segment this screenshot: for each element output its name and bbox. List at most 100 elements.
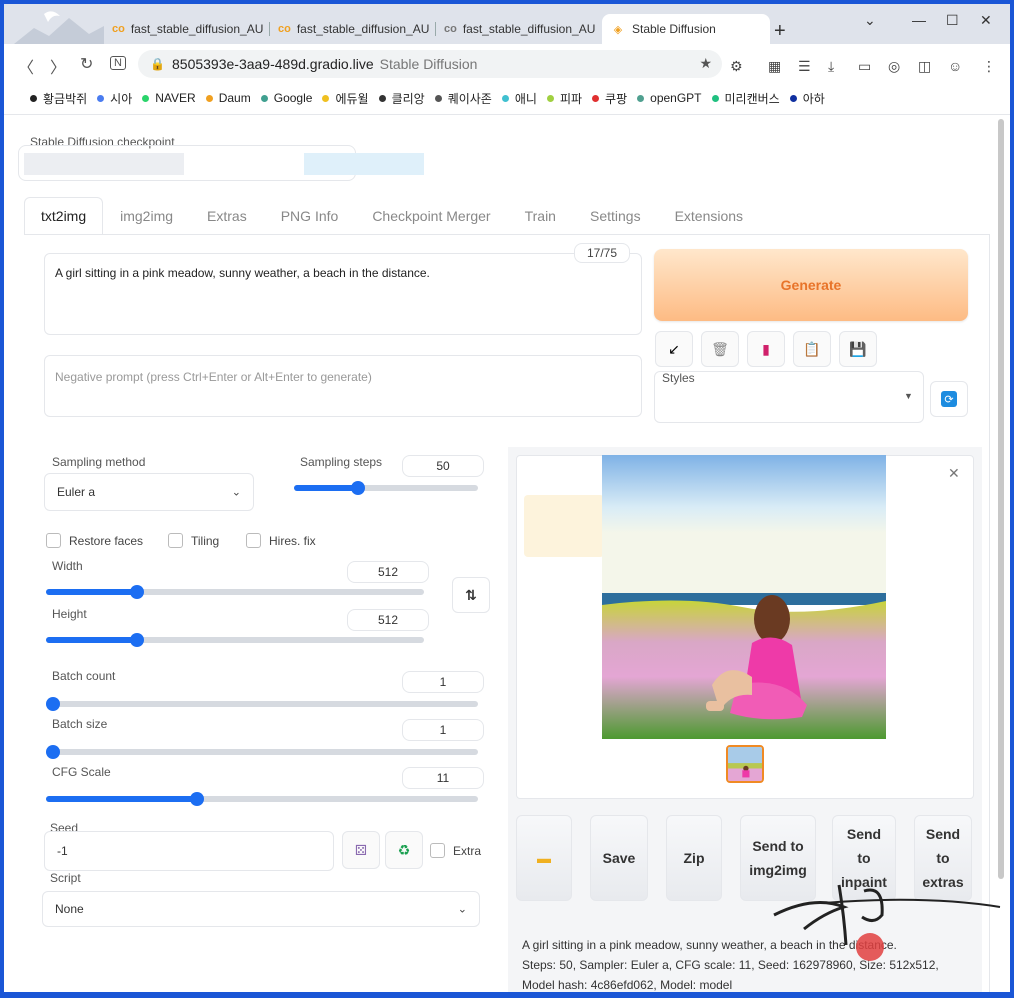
tab-img2img[interactable]: img2img	[103, 197, 190, 235]
random-seed-button[interactable]: ⚄	[342, 831, 380, 869]
tab-extras[interactable]: Extras	[190, 197, 264, 235]
batch-count-slider[interactable]	[46, 697, 478, 711]
gradio-page: Stable Diffusion checkpoint txt2img img2i…	[4, 114, 1010, 992]
cfg-scale-input[interactable]: 11	[402, 767, 484, 789]
tab-settings[interactable]: Settings	[573, 197, 658, 235]
reuse-seed-button[interactable]: ♻	[385, 831, 423, 869]
seed-input[interactable]: -1	[44, 831, 334, 871]
bookmark-item[interactable]: 아하	[789, 90, 825, 107]
batch-count-input[interactable]: 1	[402, 671, 484, 693]
batch-size-input[interactable]: 1	[402, 719, 484, 741]
cast-icon[interactable]: ▭	[858, 58, 871, 75]
swap-icon: ⇅	[465, 586, 477, 603]
caret-down-icon: ▼	[904, 391, 913, 401]
extra-seed-checkbox[interactable]: Extra	[430, 843, 481, 858]
generated-image[interactable]	[602, 455, 886, 739]
tab-search-icon[interactable]: ⌄	[864, 12, 876, 29]
bookmark-favicon-icon	[592, 94, 600, 102]
close-preview-icon[interactable]: ✕	[948, 465, 960, 482]
tiling-checkbox[interactable]: Tiling	[168, 533, 219, 548]
close-window-icon[interactable]: ✕	[980, 12, 992, 29]
tab-extensions[interactable]: Extensions	[658, 197, 760, 235]
script-label: Script	[50, 871, 81, 885]
bookmark-item[interactable]: openGPT	[637, 91, 702, 105]
chevron-down-icon: ⌄	[231, 486, 241, 499]
maximize-icon[interactable]: ☐	[946, 12, 959, 29]
save-button[interactable]: Save	[590, 815, 648, 901]
read-params-button[interactable]: ↙	[655, 331, 693, 367]
tab-png-info[interactable]: PNG Info	[264, 197, 356, 235]
refresh-styles-button[interactable]: ⟳	[930, 381, 968, 417]
hires-fix-checkbox[interactable]: Hires. fix	[246, 533, 316, 548]
reload-icon[interactable]: ↻	[80, 54, 93, 74]
bookmark-item[interactable]: 황금박쥐	[30, 90, 87, 107]
clear-prompt-button[interactable]: 🗑	[701, 331, 739, 367]
reading-list-icon[interactable]: ☰	[798, 58, 811, 75]
browser-tab-2[interactable]: co fast_stable_diffusion_AU	[270, 14, 436, 44]
new-tab-button[interactable]: +	[774, 20, 786, 43]
bookmark-item[interactable]: 피파	[546, 90, 582, 107]
generate-button[interactable]: Generate	[654, 249, 968, 321]
browser-tab-3[interactable]: co fast_stable_diffusion_AU	[436, 14, 602, 44]
script-dropdown[interactable]: None ⌄	[42, 891, 480, 927]
clipboard-icon: 📋	[803, 340, 821, 357]
side-panel-icon[interactable]: ◫	[918, 58, 931, 75]
browser-tab-active[interactable]: ◈ Stable Diffusion	[602, 14, 770, 44]
save-style-button[interactable]: 💾	[839, 331, 877, 367]
profile-icon[interactable]: ☺	[948, 58, 962, 74]
zip-button[interactable]: Zip	[666, 815, 722, 901]
bookmark-item[interactable]: Daum	[205, 91, 251, 105]
tab-checkpoint-merger[interactable]: Checkpoint Merger	[355, 197, 507, 235]
forward-icon[interactable]: 〉	[50, 54, 66, 78]
height-slider[interactable]	[46, 633, 424, 647]
notion-icon[interactable]: N	[110, 56, 126, 70]
bookmark-item[interactable]: 쿠팡	[592, 90, 627, 107]
sampling-steps-label: Sampling steps	[300, 455, 383, 469]
sampling-steps-slider[interactable]	[294, 481, 478, 495]
omnibox[interactable]: 🔒 8505393e-3aa9-489d.gradio.live Stable …	[138, 50, 722, 78]
translate-flag-icon[interactable]: ▦	[768, 58, 781, 75]
batch-size-slider[interactable]	[46, 745, 478, 759]
bookmark-item[interactable]: 클리앙	[378, 90, 425, 107]
width-slider[interactable]	[46, 585, 424, 599]
bookmark-item[interactable]: NAVER	[142, 91, 196, 105]
token-counter: 17/75	[574, 243, 630, 263]
width-input[interactable]: 512	[347, 561, 429, 583]
minimize-icon[interactable]: —	[912, 12, 926, 28]
tab-txt2img[interactable]: txt2img	[24, 197, 104, 235]
arrow-icon: ↙	[668, 340, 680, 357]
bookmark-item[interactable]: 미리캔버스	[711, 90, 780, 107]
bookmark-favicon-icon	[546, 94, 554, 102]
sampling-steps-input[interactable]: 50	[402, 455, 484, 477]
extra-networks-button[interactable]: ▮	[747, 331, 785, 367]
prompt-textarea[interactable]: A girl sitting in a pink meadow, sunny w…	[44, 253, 642, 335]
bookmark-item[interactable]: 애니	[501, 90, 537, 107]
extension-icon[interactable]: ⚙	[730, 58, 743, 75]
negative-prompt-textarea[interactable]: Negative prompt (press Ctrl+Enter or Alt…	[44, 355, 642, 417]
height-input[interactable]: 512	[347, 609, 429, 631]
bookmark-item[interactable]: 에듀윌	[322, 90, 369, 107]
sampling-method-dropdown[interactable]: Euler a ⌄	[44, 473, 254, 511]
bookmark-item[interactable]: 퀘이사존	[434, 90, 492, 107]
bookmark-star-icon[interactable]: ★	[699, 55, 712, 72]
dice-icon: ⚄	[354, 841, 368, 858]
browser-tab-1[interactable]: co fast_stable_diffusion_AU	[104, 14, 270, 44]
download-icon[interactable]: ⤓	[828, 58, 834, 75]
colab-icon: co	[278, 23, 291, 35]
url-text: 8505393e-3aa9-489d.gradio.live	[172, 56, 374, 72]
page-scrollbar[interactable]	[998, 119, 1004, 879]
tab-train[interactable]: Train	[508, 197, 573, 235]
gallery-thumbnail[interactable]	[726, 745, 764, 783]
swap-dimensions-button[interactable]: ⇅	[452, 577, 490, 613]
bookmark-item[interactable]: 시아	[97, 90, 132, 107]
screenshot-icon[interactable]: ◎	[888, 58, 900, 75]
apply-style-button[interactable]: 📋	[793, 331, 831, 367]
open-folder-button[interactable]: ▬	[516, 815, 572, 901]
checkpoint-redacted	[24, 153, 184, 175]
refresh-icon: ⟳	[941, 391, 957, 407]
bookmark-item[interactable]: Google	[260, 91, 312, 105]
menu-icon[interactable]: ⋮	[982, 58, 996, 75]
back-icon[interactable]: 〈	[18, 54, 34, 78]
restore-faces-checkbox[interactable]: Restore faces	[46, 533, 143, 548]
cfg-scale-slider[interactable]	[46, 792, 478, 806]
